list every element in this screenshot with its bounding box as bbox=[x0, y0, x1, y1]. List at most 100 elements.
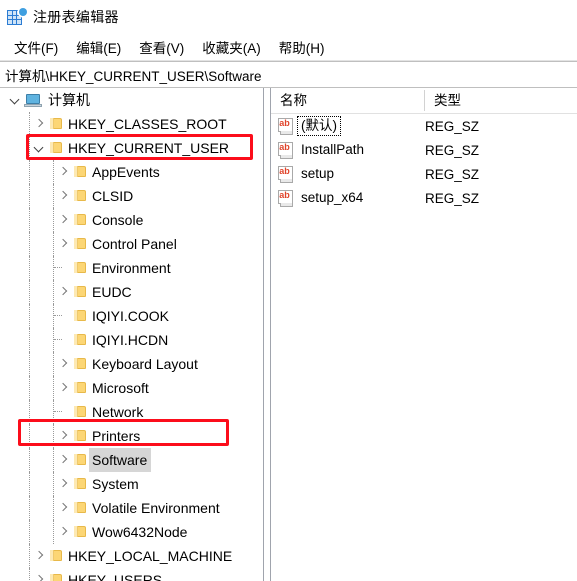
tree-item-control-panel[interactable]: Control Panel bbox=[0, 232, 263, 256]
value-name: InstallPath bbox=[301, 142, 365, 157]
tree-item-label: IQIYI.COOK bbox=[92, 308, 170, 324]
tree-item-hkey-classes-root[interactable]: HKEY_CLASSES_ROOT bbox=[0, 112, 263, 136]
chevron-right-icon[interactable] bbox=[32, 568, 48, 581]
address-bar[interactable]: 计算机\HKEY_CURRENT_USER\Software bbox=[0, 61, 577, 88]
folder-icon bbox=[72, 304, 89, 328]
value-name: setup bbox=[301, 166, 335, 181]
menu-item-f[interactable]: 文件(F) bbox=[6, 35, 66, 59]
chevron-right-icon[interactable] bbox=[56, 496, 72, 520]
folder-icon bbox=[72, 352, 89, 376]
tree-item-hkey-local-machine[interactable]: HKEY_LOCAL_MACHINE bbox=[0, 544, 263, 568]
tree-guide-line bbox=[53, 256, 54, 280]
chevron-down-icon[interactable] bbox=[8, 88, 24, 112]
tree-guide-line bbox=[53, 184, 54, 208]
tree-item-clsid[interactable]: CLSID bbox=[0, 184, 263, 208]
tree-guide-line bbox=[53, 280, 54, 304]
tree-item-label: Volatile Environment bbox=[92, 500, 220, 516]
chevron-right-icon[interactable] bbox=[56, 424, 72, 448]
tree-item-network[interactable]: Network bbox=[0, 400, 263, 424]
registry-values-list[interactable]: 名称 类型 ab (默认) REG_SZ ab InstallPath REG_SZ ab s… bbox=[271, 88, 577, 581]
computer-icon bbox=[24, 88, 44, 112]
folder-icon bbox=[72, 448, 89, 472]
tree-guide-line bbox=[29, 232, 30, 256]
tree-item-hkey-users[interactable]: HKEY_USERS bbox=[0, 568, 263, 581]
tree-guide-line bbox=[29, 112, 30, 136]
tree-item-hkey-current-user[interactable]: HKEY_CURRENT_USER bbox=[0, 136, 263, 160]
tree-item-label: AppEvents bbox=[92, 164, 160, 180]
list-row[interactable]: ab InstallPath REG_SZ bbox=[271, 138, 577, 162]
chevron-right-icon[interactable] bbox=[56, 208, 72, 232]
chevron-right-icon[interactable] bbox=[56, 472, 72, 496]
tree-item-keyboard-layout[interactable]: Keyboard Layout bbox=[0, 352, 263, 376]
chevron-right-icon[interactable] bbox=[56, 376, 72, 400]
tree-item-microsoft[interactable]: Microsoft bbox=[0, 376, 263, 400]
tree-guide-line bbox=[29, 328, 30, 352]
menu-item-v[interactable]: 查看(V) bbox=[131, 35, 192, 59]
folder-icon bbox=[48, 568, 65, 581]
tree-guide-line bbox=[29, 376, 30, 400]
tree-item-appevents[interactable]: AppEvents bbox=[0, 160, 263, 184]
value-name: setup_x64 bbox=[301, 190, 364, 205]
tree-item-label: Keyboard Layout bbox=[92, 356, 198, 372]
string-value-icon: ab bbox=[278, 142, 295, 159]
tree-item-system[interactable]: System bbox=[0, 472, 263, 496]
menu-item-a[interactable]: 收藏夹(A) bbox=[194, 35, 269, 59]
tree-item-software[interactable]: Software bbox=[0, 448, 263, 472]
registry-tree[interactable]: 计算机 HKEY_CLASSES_ROOT HKEY_CURRENT_USER App… bbox=[0, 88, 263, 581]
value-type: REG_SZ bbox=[425, 118, 480, 134]
folder-icon bbox=[72, 160, 89, 184]
folder-icon bbox=[72, 424, 89, 448]
tree-guide-line bbox=[29, 280, 30, 304]
list-row[interactable]: ab (默认) REG_SZ bbox=[271, 114, 577, 138]
tree-item-volatile-environment[interactable]: Volatile Environment bbox=[0, 496, 263, 520]
folder-icon bbox=[48, 544, 65, 568]
tree-guide-line bbox=[53, 496, 54, 520]
chevron-right-icon[interactable] bbox=[56, 448, 72, 472]
tree-guide-line bbox=[53, 160, 54, 184]
tree-guide-line bbox=[29, 520, 30, 544]
chevron-right-icon[interactable] bbox=[56, 352, 72, 376]
menu-item-h[interactable]: 帮助(H) bbox=[271, 35, 333, 59]
tree-guide-line bbox=[53, 472, 54, 496]
folder-icon bbox=[72, 256, 89, 280]
tree-guide-line bbox=[53, 304, 54, 328]
tree-item-printers[interactable]: Printers bbox=[0, 424, 263, 448]
folder-icon bbox=[72, 328, 89, 352]
tree-guide-line bbox=[29, 184, 30, 208]
tree-item-label: EUDC bbox=[92, 284, 132, 300]
tree-guide-line bbox=[53, 448, 54, 472]
chevron-right-icon[interactable] bbox=[32, 112, 48, 136]
list-row[interactable]: ab setup_x64 REG_SZ bbox=[271, 186, 577, 210]
tree-item-label: HKEY_USERS bbox=[68, 572, 163, 581]
chevron-right-icon[interactable] bbox=[56, 280, 72, 304]
tree-guide-line bbox=[53, 328, 54, 352]
tree-item-environment[interactable]: Environment bbox=[0, 256, 263, 280]
column-header-type[interactable]: 类型 bbox=[425, 88, 575, 113]
chevron-right-icon[interactable] bbox=[56, 184, 72, 208]
chevron-right-icon[interactable] bbox=[56, 160, 72, 184]
pane-splitter[interactable] bbox=[263, 88, 271, 581]
tree-item-iqiyi-cook[interactable]: IQIYI.COOK bbox=[0, 304, 263, 328]
chevron-right-icon[interactable] bbox=[32, 544, 48, 568]
tree-guide-line bbox=[53, 376, 54, 400]
chevron-right-icon[interactable] bbox=[56, 520, 72, 544]
tree-item-wow6432node[interactable]: Wow6432Node bbox=[0, 520, 263, 544]
chevron-down-icon[interactable] bbox=[32, 136, 48, 160]
chevron-right-icon[interactable] bbox=[56, 232, 72, 256]
menu-item-e[interactable]: 编辑(E) bbox=[68, 35, 129, 59]
tree-item-label: Control Panel bbox=[92, 236, 177, 252]
tree-item-label: HKEY_LOCAL_MACHINE bbox=[68, 548, 233, 564]
address-path[interactable]: 计算机\HKEY_CURRENT_USER\Software bbox=[0, 65, 262, 85]
value-name: (默认) bbox=[297, 116, 341, 136]
tree-guide-line bbox=[29, 544, 30, 568]
tree-item-eudc[interactable]: EUDC bbox=[0, 280, 263, 304]
tree-item-label: CLSID bbox=[92, 188, 134, 204]
folder-icon bbox=[72, 376, 89, 400]
tree-item-console[interactable]: Console bbox=[0, 208, 263, 232]
list-row[interactable]: ab setup REG_SZ bbox=[271, 162, 577, 186]
tree-item-[interactable]: 计算机 bbox=[0, 88, 263, 112]
tree-item-iqiyi-hcdn[interactable]: IQIYI.HCDN bbox=[0, 328, 263, 352]
column-header-name[interactable]: 名称 bbox=[271, 88, 425, 113]
